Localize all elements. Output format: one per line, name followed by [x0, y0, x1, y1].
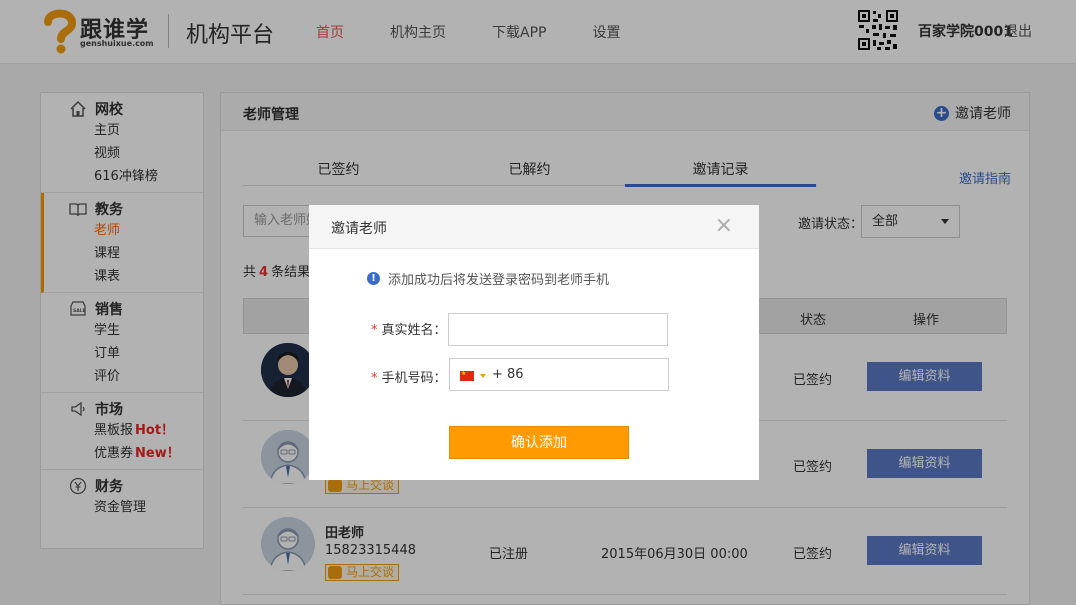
country-code: + 86 [492, 367, 524, 382]
invite-teacher-dialog: 邀请老师 × ! 添加成功后将发送登录密码到老师手机 * 真实姓名： * 手机号码：… [309, 205, 759, 480]
dialog-header: 邀请老师 × [309, 205, 759, 249]
close-icon[interactable]: × [715, 215, 733, 237]
name-field-label-text: 真实姓名： [381, 323, 447, 338]
phone-field-label-text: 手机号码： [381, 371, 447, 386]
info-icon: ! [367, 272, 380, 285]
dialog-tip-text: 添加成功后将发送登录密码到老师手机 [388, 273, 610, 288]
confirm-add-button[interactable]: 确认添加 [449, 426, 629, 459]
dialog-title: 邀请老师 [331, 221, 387, 237]
real-name-input[interactable] [448, 313, 668, 346]
required-mark: * [371, 323, 378, 338]
phone-field-label: * 手机号码： [371, 367, 447, 386]
china-flag-icon[interactable]: ★ [460, 371, 474, 381]
name-field-label: * 真实姓名： [371, 319, 447, 338]
country-dropdown-icon[interactable] [480, 374, 486, 378]
phone-input[interactable]: ★ + 86 [449, 358, 669, 391]
required-mark: * [371, 371, 378, 386]
dialog-tip: ! 添加成功后将发送登录密码到老师手机 [367, 269, 609, 288]
